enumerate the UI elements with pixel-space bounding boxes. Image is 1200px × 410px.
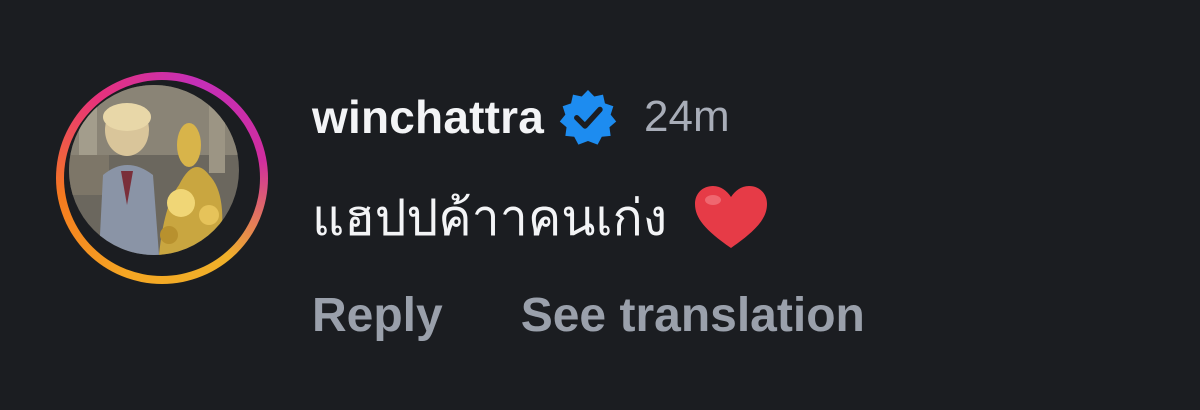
see-translation-button[interactable]: See translation (521, 288, 865, 343)
comment-item: winchattra 24m แฮปปค้าาคนเก่ง Reply See … (0, 0, 1200, 410)
comment-body: แฮปปค้าาคนเก่ง (312, 178, 769, 258)
avatar-photo (69, 85, 239, 255)
comment-actions: Reply See translation (312, 282, 865, 348)
username[interactable]: winchattra (312, 90, 544, 144)
avatar-story-ring[interactable] (56, 72, 268, 284)
reply-button[interactable]: Reply (312, 288, 443, 343)
avatar[interactable] (69, 85, 239, 255)
timestamp: 24m (644, 92, 730, 141)
verified-badge-icon (558, 87, 618, 147)
red-heart-icon (693, 184, 769, 252)
comment-header: winchattra 24m (312, 84, 730, 150)
comment-text: แฮปปค้าาคนเก่ง (312, 189, 668, 246)
